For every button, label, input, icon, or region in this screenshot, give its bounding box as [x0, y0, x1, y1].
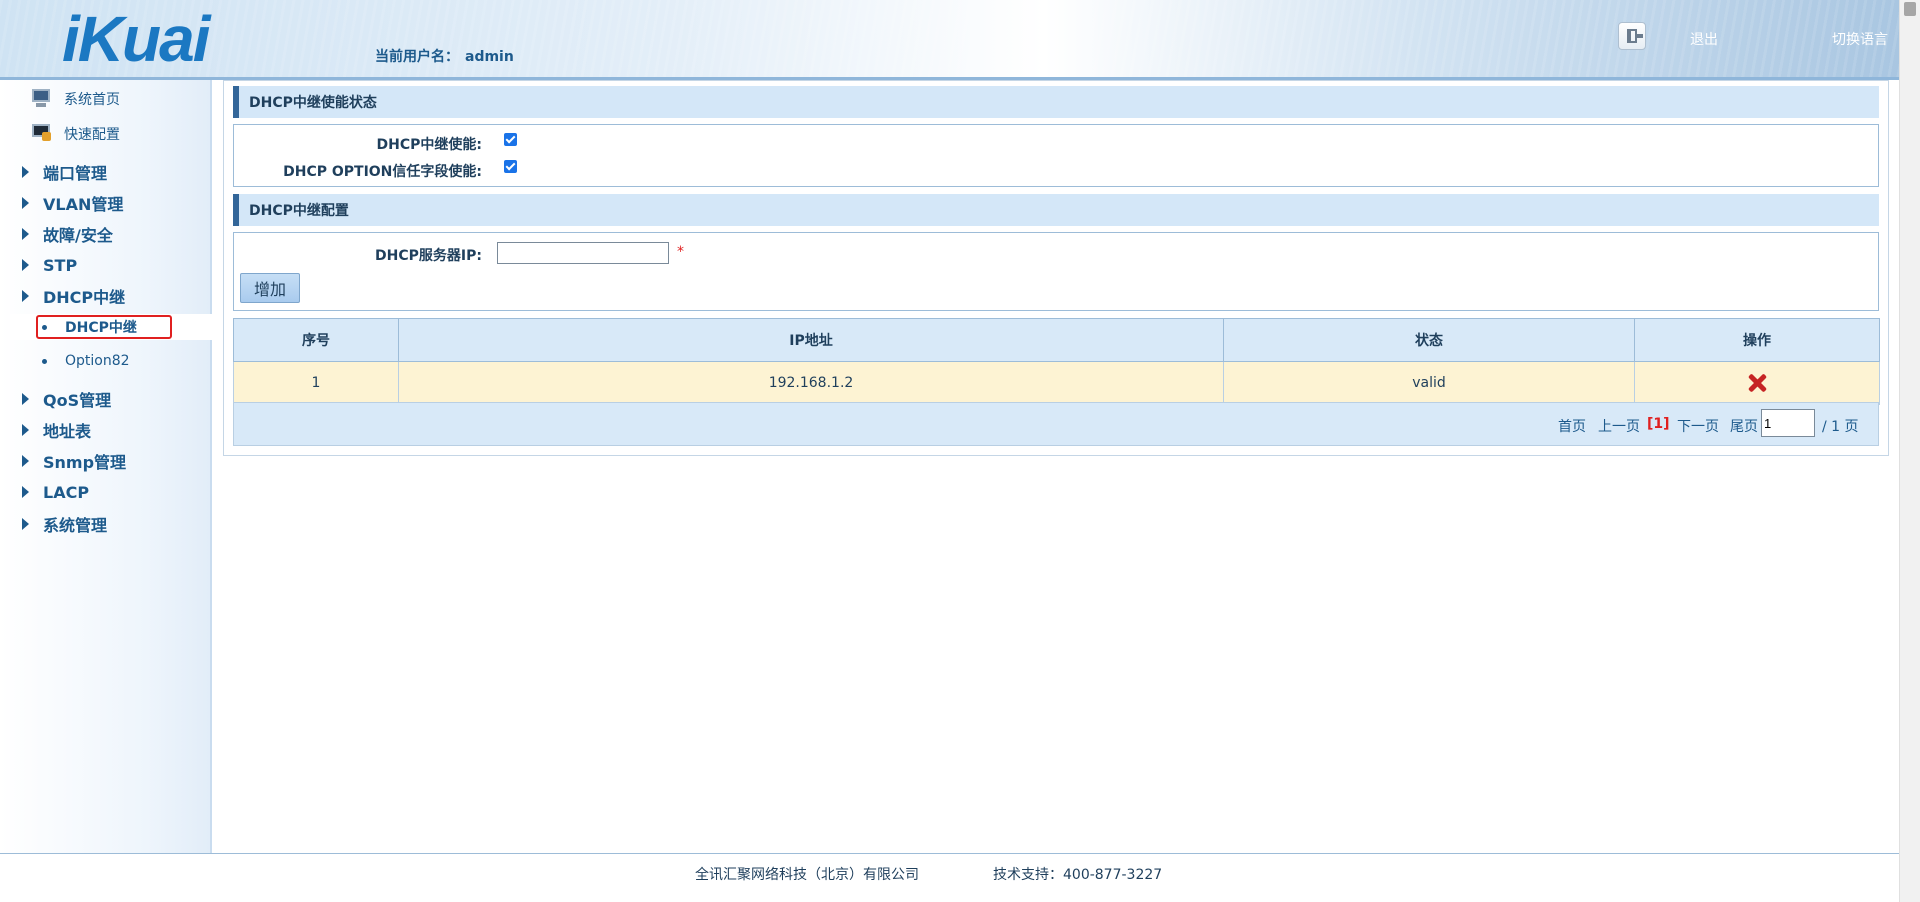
sidebar-group-label: QoS管理 — [43, 391, 112, 410]
sidebar-item-system-home[interactable]: 系统首页 — [30, 86, 120, 112]
caret-right-icon — [22, 197, 29, 209]
cell-ip: 192.168.1.2 — [398, 361, 1224, 405]
sidebar-item-label: 快速配置 — [64, 127, 120, 143]
scrollbar-thumb[interactable] — [1904, 2, 1916, 16]
ikuai-logo: iKuai — [62, 3, 210, 75]
table-header-row: 序号 IP地址 状态 操作 — [233, 318, 1880, 362]
sidebar-group-label: DHCP中继 — [43, 288, 126, 307]
caret-right-icon — [22, 290, 29, 302]
table-row: 1 192.168.1.2 valid — [233, 361, 1880, 405]
relay-enable-checkbox[interactable] — [504, 133, 517, 146]
footer-company: 全讯汇聚网络科技（北京）有限公司 — [695, 867, 919, 883]
server-ip-input[interactable] — [497, 242, 669, 264]
sidebar-item-label: 系统首页 — [64, 92, 120, 108]
delete-x-icon[interactable] — [1746, 372, 1768, 394]
first-page-link[interactable]: 首页 — [1558, 416, 1586, 436]
cell-index: 1 — [233, 361, 399, 405]
add-button[interactable]: 增加 — [240, 273, 300, 303]
sidebar-group-label: 端口管理 — [43, 164, 108, 183]
caret-right-icon — [22, 393, 29, 405]
page-number-input[interactable] — [1761, 409, 1815, 437]
cell-status: valid — [1223, 361, 1635, 405]
sidebar-group-port[interactable]: 端口管理 — [22, 160, 107, 184]
sidebar-item-option82[interactable]: Option82 — [42, 350, 130, 372]
column-header-action: 操作 — [1634, 318, 1880, 362]
logout-icon-button[interactable] — [1618, 22, 1646, 50]
caret-right-icon — [22, 228, 29, 240]
logout-link[interactable]: 退出 — [1690, 29, 1718, 49]
column-header-status: 状态 — [1223, 318, 1635, 362]
relay-config-panel — [233, 232, 1879, 311]
switch-language-link[interactable]: 切换语言 — [1832, 29, 1888, 49]
caret-right-icon — [22, 259, 29, 271]
vertical-scrollbar[interactable] — [1899, 0, 1920, 902]
logout-door-icon — [1627, 29, 1643, 43]
relay-enable-label: DHCP中继使能: — [376, 137, 482, 153]
home-computer-icon — [30, 89, 52, 109]
sidebar-group-label: 故障/安全 — [43, 226, 113, 245]
last-page-link[interactable]: 尾页 — [1730, 416, 1758, 436]
section-title-relay-config: DHCP中继配置 — [233, 194, 1879, 226]
pagination-bar: 首页 上一页 [1] 下一页 尾页 / 1 页 — [233, 402, 1879, 446]
current-username: admin — [465, 49, 514, 65]
page-footer: 全讯汇聚网络科技（北京）有限公司 技术支持：400-877-3227 — [0, 853, 1899, 902]
next-page-link[interactable]: 下一页 — [1677, 416, 1719, 436]
caret-right-icon — [22, 455, 29, 467]
footer-support: 技术支持：400-877-3227 — [993, 867, 1163, 883]
sidebar-group-fault-security[interactable]: 故障/安全 — [22, 222, 113, 246]
option-trust-checkbox[interactable] — [504, 160, 517, 173]
total-pages-text: / 1 页 — [1822, 419, 1859, 435]
sidebar-group-label: 地址表 — [43, 422, 92, 441]
sidebar-group-snmp[interactable]: Snmp管理 — [22, 449, 126, 473]
caret-right-icon — [22, 424, 29, 436]
option-trust-label: DHCP OPTION信任字段使能: — [283, 164, 482, 180]
bullet-icon — [42, 358, 47, 364]
section-title-relay-status: DHCP中继使能状态 — [233, 86, 1879, 118]
prev-page-link[interactable]: 上一页 — [1598, 416, 1640, 436]
sidebar-group-system[interactable]: 系统管理 — [22, 512, 107, 536]
sidebar-group-label: STP — [43, 255, 78, 275]
sidebar-group-vlan[interactable]: VLAN管理 — [22, 191, 123, 215]
current-user-label: 当前用户名： — [375, 49, 459, 65]
caret-right-icon — [22, 486, 29, 498]
cell-action — [1634, 361, 1880, 405]
quick-config-icon — [30, 124, 52, 144]
column-header-ip: IP地址 — [398, 318, 1224, 362]
top-header: iKuai 当前用户名： admin 退出 切换语言 — [0, 0, 1899, 80]
sidebar-group-label: VLAN管理 — [43, 195, 124, 214]
current-user-info: 当前用户名： admin — [375, 46, 514, 66]
caret-right-icon — [22, 518, 29, 530]
relay-server-table: 序号 IP地址 状态 操作 1 192.168.1.2 valid — [233, 318, 1880, 405]
required-mark: * — [677, 244, 684, 260]
sidebar-group-label: 系统管理 — [43, 516, 108, 535]
server-ip-label: DHCP服务器IP: — [375, 248, 482, 264]
sidebar-item-label: Option82 — [65, 353, 130, 369]
sidebar-group-stp[interactable]: STP — [22, 253, 77, 277]
sidebar-group-lacp[interactable]: LACP — [22, 480, 89, 504]
caret-right-icon — [22, 166, 29, 178]
sidebar-group-dhcp-relay[interactable]: DHCP中继 — [22, 284, 125, 308]
sidebar-group-label: LACP — [43, 482, 90, 502]
sidebar-group-address-table[interactable]: 地址表 — [22, 418, 91, 442]
sidebar-group-label: Snmp管理 — [43, 453, 127, 472]
current-page-indicator: [1] — [1647, 416, 1670, 432]
sidebar-item-quick-config[interactable]: 快速配置 — [30, 121, 120, 147]
sidebar-group-qos[interactable]: QoS管理 — [22, 387, 111, 411]
column-header-index: 序号 — [233, 318, 399, 362]
active-item-highlight — [36, 315, 172, 339]
